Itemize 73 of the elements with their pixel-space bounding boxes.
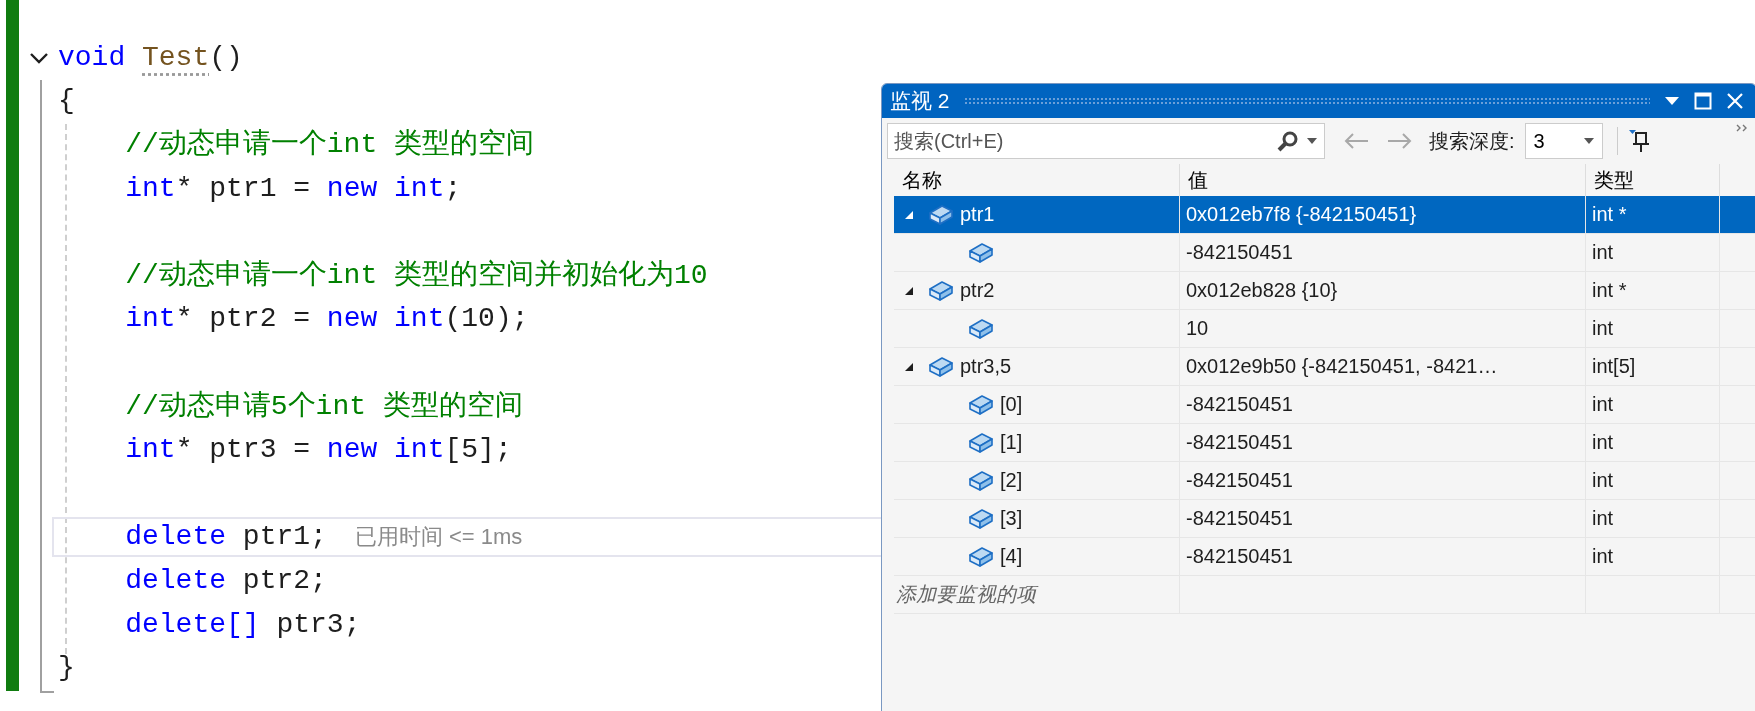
watch-row[interactable]: ptr2 0x012eb828 {10} int * [894, 272, 1755, 310]
value-cell: -842150451 [1180, 386, 1586, 423]
type-cell: int [1586, 234, 1720, 271]
type-cell: int * [1586, 272, 1720, 309]
caret-icon[interactable] [1307, 138, 1317, 144]
watch-row[interactable]: ptr1 0x012eb7f8 {-842150451} int * [894, 196, 1755, 234]
variable-cube-icon [968, 431, 994, 454]
depth-label: 搜索深度: [1429, 128, 1515, 154]
expanded-triangle-icon[interactable] [904, 361, 914, 372]
code-line: { [58, 84, 75, 119]
watch-row[interactable]: [0] -842150451 int [894, 386, 1755, 424]
variable-name: ptr3,5 [960, 355, 1012, 378]
value-cell: -842150451 [1180, 462, 1586, 499]
variable-cube-icon [928, 279, 954, 302]
variable-cube-icon [968, 241, 994, 264]
variable-name: ptr2 [960, 279, 995, 302]
code-line: //动态申请一个int 类型的空间 [124, 127, 535, 162]
close-icon[interactable] [1726, 92, 1744, 110]
watch-row[interactable]: [2] -842150451 int [894, 462, 1755, 500]
code-line: int* ptr3 = new int[5]; [124, 433, 512, 468]
variable-name: [1] [1000, 431, 1023, 454]
overflow-chevrons-icon[interactable] [1736, 124, 1748, 132]
window-title: 监视 2 [890, 88, 950, 114]
code-line: delete[] ptr3; [124, 607, 361, 642]
variable-name: ptr1 [960, 203, 995, 226]
type-cell: int [1586, 500, 1720, 537]
type-cell: int [1586, 386, 1720, 423]
code-line: void Test() [58, 40, 243, 75]
dropdown-icon[interactable] [1664, 96, 1680, 106]
type-cell: int[5] [1586, 348, 1720, 385]
value-cell: -842150451 [1180, 234, 1586, 271]
code-line: //动态申请一个int 类型的空间并初始化为10 [124, 258, 708, 293]
value-cell: 0x012e9b50 {-842150451, -8421… [1180, 348, 1586, 385]
watch-row[interactable]: ptr3,5 0x012e9b50 {-842150451, -8421… int[5] [894, 348, 1755, 386]
variable-cube-icon [928, 203, 954, 226]
maximize-icon[interactable] [1694, 92, 1712, 110]
depth-dropdown[interactable]: 3 [1524, 123, 1603, 159]
type-cell: int [1586, 462, 1720, 499]
code-line: int* ptr1 = new int; [124, 171, 462, 206]
code-line: int* ptr2 = new int(10); [124, 302, 529, 337]
caret-icon[interactable] [1583, 138, 1594, 144]
watch-row[interactable]: [4] -842150451 int [894, 538, 1755, 576]
value-cell: -842150451 [1180, 500, 1586, 537]
add-watch-placeholder[interactable]: 添加要监视的项 [894, 576, 1180, 613]
collapse-chevron-icon[interactable] [28, 51, 49, 64]
search-field[interactable]: 搜索(Ctrl+E) [887, 123, 1325, 159]
code-line: //动态申请5个int 类型的空间 [124, 389, 523, 424]
expanded-triangle-icon[interactable] [904, 285, 914, 296]
type-cell: int * [1586, 196, 1720, 233]
variable-cube-icon [968, 469, 994, 492]
type-cell: int [1586, 424, 1720, 461]
variable-name: [2] [1000, 469, 1023, 492]
variable-cube-icon [968, 507, 994, 530]
value-cell: 10 [1180, 310, 1586, 347]
variable-cube-icon [968, 317, 994, 340]
watch-row[interactable]: [3] -842150451 int [894, 500, 1755, 538]
type-cell: int [1586, 310, 1720, 347]
variable-name: [0] [1000, 393, 1023, 416]
type-cell: int [1586, 538, 1720, 575]
value-cell: 0x012eb828 {10} [1180, 272, 1586, 309]
pin-icon[interactable] [1627, 129, 1650, 153]
variable-cube-icon [928, 355, 954, 378]
variable-cube-icon [968, 393, 994, 416]
variable-cube-icon [968, 545, 994, 568]
value-cell: 0x012eb7f8 {-842150451} [1180, 196, 1586, 233]
watch-row[interactable]: 10 int [894, 310, 1755, 348]
code-line: delete ptr2; [124, 563, 327, 598]
value-cell: -842150451 [1180, 538, 1586, 575]
code-line: } [58, 651, 75, 686]
search-icon[interactable] [1277, 130, 1299, 152]
watch-row[interactable]: -842150451 int [894, 234, 1755, 272]
value-cell: -842150451 [1180, 424, 1586, 461]
watch-row[interactable]: [1] -842150451 int [894, 424, 1755, 462]
